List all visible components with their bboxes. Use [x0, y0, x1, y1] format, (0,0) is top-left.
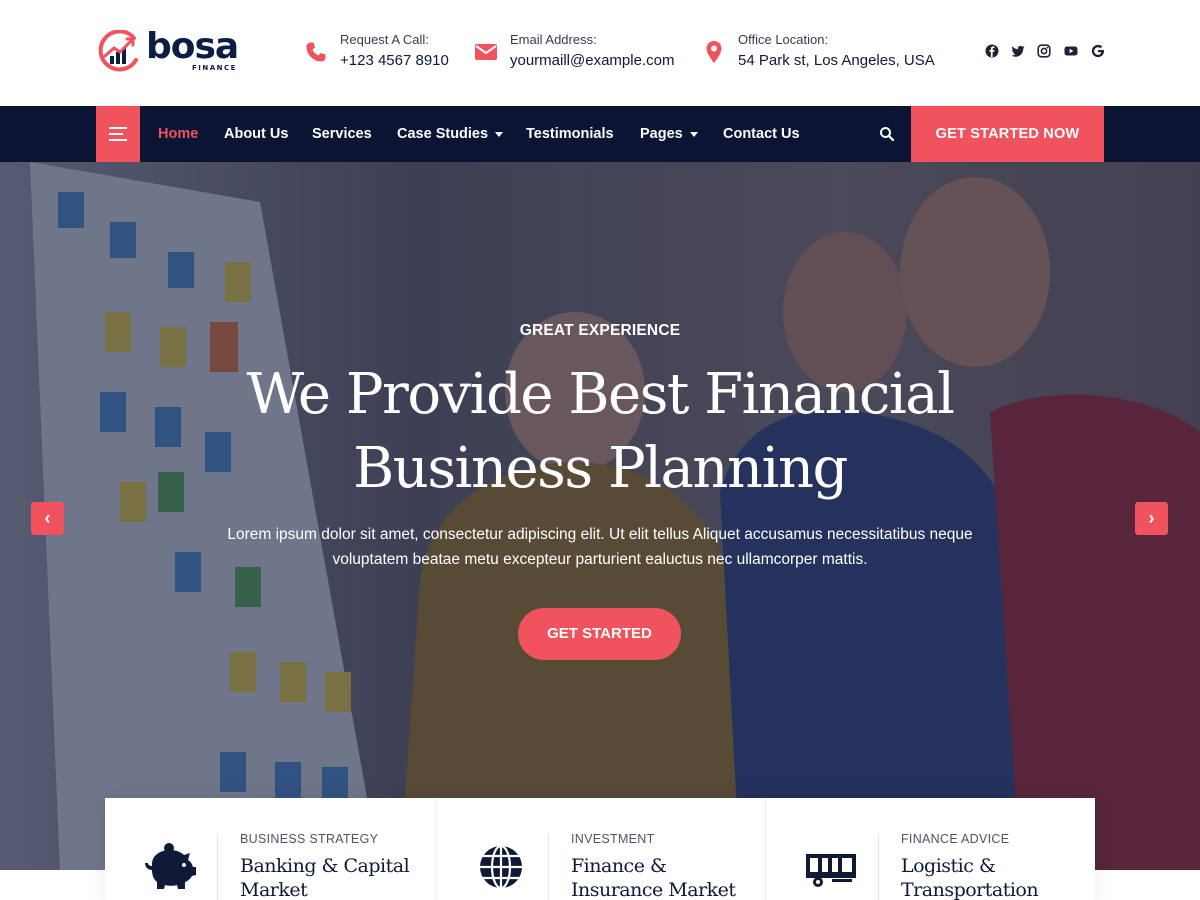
instagram-icon[interactable]	[1037, 44, 1051, 58]
feature-category: BUSINESS STRATEGY	[240, 832, 379, 846]
divider	[548, 834, 549, 900]
youtube-icon[interactable]	[1064, 44, 1078, 58]
truck-icon	[806, 854, 856, 887]
phone-icon	[306, 42, 326, 62]
chevron-down-icon	[689, 131, 698, 137]
brand-logo[interactable]: bosa FINANCE	[96, 26, 246, 78]
feature-category: FINANCE ADVICE	[901, 832, 1010, 846]
nav-item-services[interactable]: Services	[312, 126, 372, 142]
slider-next-button[interactable]: ›	[1135, 502, 1168, 535]
feature-card-finance[interactable]: INVESTMENT Finance & Insurance Market	[435, 798, 765, 900]
feature-category: INVESTMENT	[571, 832, 655, 846]
hamburger-line	[109, 139, 127, 141]
hero-description-line-1: Lorem ipsum dolor sit amet, consectetur …	[227, 526, 973, 543]
feature-card-logistic[interactable]: FINANCE ADVICE Logistic & Transportation	[765, 798, 1095, 900]
hero-slider: GREAT EXPERIENCE We Provide Best Financi…	[0, 162, 1200, 870]
map-pin-icon	[706, 41, 722, 63]
hamburger-line	[109, 133, 123, 135]
hero-title-line-1: We Provide Best Financial	[246, 362, 955, 427]
nav-item-about-us[interactable]: About Us	[224, 126, 288, 142]
hero-overlay	[0, 162, 1200, 870]
hero-description-line-2: voluptatem beatae metu excepteur parturi…	[332, 551, 868, 568]
brand-tagline: FINANCE	[192, 64, 237, 72]
contact-location-label: Office Location:	[738, 32, 829, 47]
contact-location-value: 54 Park st, Los Angeles, USA	[738, 52, 935, 69]
contact-call-value[interactable]: +123 4567 8910	[340, 52, 449, 69]
get-started-now-button[interactable]: GET STARTED NOW	[911, 106, 1104, 162]
logo-mark-icon	[98, 30, 138, 72]
nav-item-case-studies[interactable]: Case Studies	[397, 126, 504, 142]
facebook-icon[interactable]	[985, 44, 999, 58]
feature-cards: BUSINESS STRATEGY Banking & Capital Mark…	[105, 798, 1095, 900]
search-icon[interactable]	[879, 126, 895, 142]
hero-description: Lorem ipsum dolor sit amet, consectetur …	[200, 522, 1000, 572]
feature-title: Logistic & Transportation	[901, 855, 1039, 900]
nav-item-testimonials[interactable]: Testimonials	[526, 126, 614, 142]
contact-email-value[interactable]: yourmaill@example.com	[510, 52, 674, 69]
top-header: bosa FINANCE Request A Call: +123 4567 8…	[0, 0, 1200, 106]
hero-title-line-2: Business Planning	[353, 436, 848, 501]
get-started-button[interactable]: GET STARTED	[518, 608, 681, 660]
contact-email-label: Email Address:	[510, 32, 597, 47]
hero-title: We Provide Best Financial Business Plann…	[0, 358, 1200, 506]
brand-name: bosa	[146, 26, 239, 67]
divider	[878, 834, 879, 900]
feature-card-banking[interactable]: BUSINESS STRATEGY Banking & Capital Mark…	[105, 798, 435, 900]
main-navigation: Home About Us Services Case Studies Test…	[0, 106, 1200, 162]
envelope-icon	[475, 44, 497, 60]
slider-prev-button[interactable]: ‹	[31, 502, 64, 535]
feature-title: Banking & Capital Market	[240, 855, 410, 900]
chevron-down-icon	[495, 131, 504, 137]
divider	[217, 834, 218, 900]
hero-subtitle: GREAT EXPERIENCE	[519, 322, 681, 339]
contact-call-label: Request A Call:	[340, 32, 429, 47]
globe-icon	[480, 844, 522, 890]
hamburger-menu-button[interactable]	[96, 106, 140, 162]
hamburger-line	[109, 127, 127, 129]
google-icon[interactable]	[1091, 44, 1105, 58]
nav-item-home[interactable]: Home	[158, 126, 198, 142]
nav-item-pages[interactable]: Pages	[640, 126, 698, 142]
nav-item-contact-us[interactable]: Contact Us	[723, 126, 800, 142]
feature-title: Finance & Insurance Market	[571, 855, 736, 900]
piggy-bank-icon	[145, 843, 196, 889]
twitter-icon[interactable]	[1011, 44, 1025, 58]
